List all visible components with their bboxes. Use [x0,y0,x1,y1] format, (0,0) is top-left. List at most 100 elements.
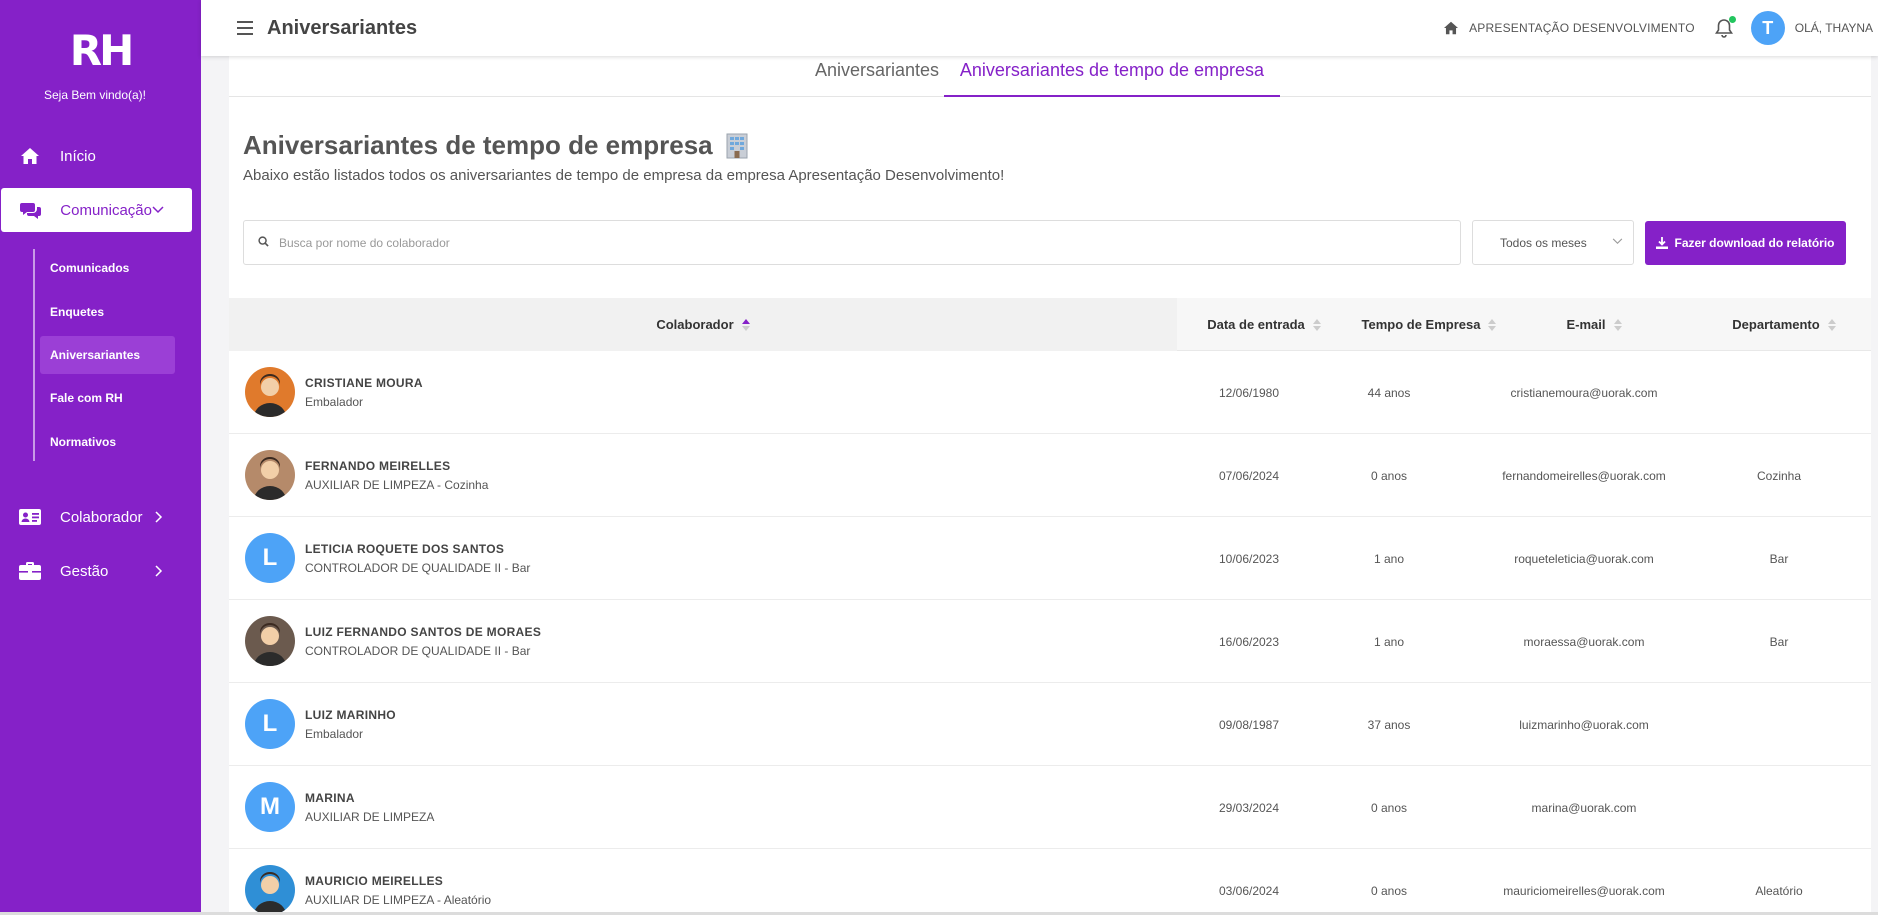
person-icon [254,872,286,915]
company-tenure: 44 anos [1367,386,1411,400]
sidebar-item-comunicados[interactable]: Comunicados [40,249,175,287]
person-icon [254,374,286,417]
search-input[interactable] [279,235,1429,250]
employee-department: Bar [1769,552,1789,566]
user-photo-avatar [245,450,295,500]
user-greeting[interactable]: OLÁ, THAYNA [1795,21,1873,35]
employee-email: roqueteleticia@uorak.com [1514,552,1654,566]
employee-department: Cozinha [1756,469,1802,483]
table-row[interactable]: FERNANDO MEIRELLES AUXILIAR DE LIMPEZA - … [229,434,1871,517]
employee-email: marina@uorak.com [1531,801,1637,815]
entry-date: 16/06/2023 [1218,635,1280,649]
table-row[interactable]: CRISTIANE MOURA Embalador 12/06/1980 44 ano… [229,351,1871,434]
column-label: Tempo de Empresa [1361,317,1481,332]
table-row[interactable]: L LUIZ MARINHO Embalador 09/08/1987 37 anos l… [229,683,1871,766]
content-title-text: Aniversariantes de tempo de empresa [243,130,713,160]
sidebar-item-normativos[interactable]: Normativos [40,423,175,461]
sort-icon [1827,318,1836,331]
employee-email: cristianemoura@uorak.com [1510,386,1658,400]
chevron-right-icon [155,565,163,577]
column-label: Departamento [1732,317,1820,332]
employee-role: Embalador [305,395,364,409]
company-switcher[interactable]: APRESENTAÇÃO DESENVOLVIMENTO [1443,21,1695,35]
page-title: Aniversariantes [267,16,418,39]
sort-icon [1613,318,1622,331]
nav-item-gestao[interactable]: Gestão [0,549,191,593]
table-row[interactable]: LUIZ FERNANDO SANTOS DE MORAES CONTROLADO… [229,600,1871,683]
employee-email: luizmarinho@uorak.com [1519,718,1649,732]
content-title: Aniversariantes de tempo de empresa [243,130,751,161]
entry-date: 12/06/1980 [1218,386,1280,400]
sidebar-item-aniversariantes[interactable]: Aniversariantes [40,336,175,374]
column-label: E-mail [1566,317,1606,332]
notification-dot [1728,16,1736,23]
company-tenure: 1 ano [1373,552,1405,566]
table-body: CRISTIANE MOURA Embalador 12/06/1980 44 ano… [229,351,1871,915]
hamburger-menu-icon[interactable] [237,21,253,35]
nav-item-colaborador[interactable]: Colaborador [0,495,191,539]
sort-asc-icon [741,318,750,331]
employee-email: mauriciomeirelles@uorak.com [1503,884,1665,898]
employee-name: LETICIA ROQUETE DOS SANTOS [305,542,505,556]
search-icon [258,234,269,252]
bell-icon[interactable] [1714,16,1736,38]
company-tenure: 0 anos [1370,801,1408,815]
sidebar-item-enquetes[interactable]: Enquetes [40,293,175,331]
table-row[interactable]: L LETICIA ROQUETE DOS SANTOS CONTROLADOR D… [229,517,1871,600]
employee-department: Aleatório [1755,884,1803,898]
employee-department: Bar [1769,635,1789,649]
nav-label: Colaborador [60,508,143,526]
employee-name: MAURICIO MEIRELLES [305,874,444,888]
nav-label: Comunicação [60,201,152,219]
nav-label: Início [60,147,96,165]
entry-date: 07/06/2024 [1218,469,1280,483]
month-filter-value: Todos os meses [1500,235,1587,250]
tab-bar: Aniversariantes Aniversariantes de tempo… [229,56,1871,97]
employee-name: MARINA [305,791,355,805]
entry-date: 10/06/2023 [1218,552,1280,566]
sort-icon [1312,318,1321,331]
welcome-text: Seja Bem vindo(a)! [43,88,147,102]
month-filter-select[interactable]: Todos os meses [1472,220,1634,265]
column-header-email[interactable]: E-mail [1539,298,1649,351]
download-report-button[interactable]: Fazer download do relatório [1645,221,1846,265]
column-header-departamento[interactable]: Departamento [1709,298,1859,351]
employee-name: CRISTIANE MOURA [305,376,423,390]
tab-tempo-de-empresa[interactable]: Aniversariantes de tempo de empresa [944,60,1280,97]
nav-item-inicio[interactable]: Início [0,134,191,178]
column-header-tempo-empresa[interactable]: Tempo de Empresa [1349,298,1509,351]
tab-aniversariantes[interactable]: Aniversariantes [792,60,962,97]
content-subtitle: Abaixo estão listados todos os aniversar… [243,167,1005,184]
office-building-icon [723,132,751,160]
user-letter-avatar: M [245,782,295,832]
download-label: Fazer download do relatório [1674,236,1835,250]
employee-role: AUXILIAR DE LIMPEZA - Cozinha [305,478,489,492]
entry-date: 09/08/1987 [1218,718,1280,732]
submenu-line [33,249,35,461]
column-header-colaborador[interactable]: Colaborador [229,298,1177,351]
employee-role: AUXILIAR DE LIMPEZA - Aleatório [305,893,492,907]
employee-name: LUIZ MARINHO [305,708,396,722]
company-tenure: 37 anos [1367,718,1411,732]
person-icon [254,457,286,500]
home-icon [18,147,42,165]
user-letter-avatar: L [245,533,295,583]
table-row[interactable]: MAURICIO MEIRELLES AUXILIAR DE LIMPEZA - … [229,849,1871,915]
nav-item-comunicacao[interactable]: Comunicação [1,188,192,232]
user-avatar[interactable]: T [1750,11,1785,45]
user-photo-avatar [245,367,295,417]
briefcase-icon [18,562,42,580]
sort-icon [1488,318,1497,331]
chat-icon [19,201,42,219]
main-content: Aniversariantes Aniversariantes de tempo… [229,56,1871,915]
employee-role: AUXILIAR DE LIMPEZA [305,810,435,824]
home-icon [1444,21,1459,35]
column-header-data-entrada[interactable]: Data de entrada [1189,298,1339,351]
employee-role: CONTROLADOR DE QUALIDADE II - Bar [305,561,531,575]
company-tenure: 1 ano [1373,635,1405,649]
employee-email: fernandomeirelles@uorak.com [1502,469,1666,483]
table-row[interactable]: M MARINA AUXILIAR DE LIMPEZA 29/03/2024 0 an… [229,766,1871,849]
company-tenure: 0 anos [1370,469,1408,483]
company-tenure: 0 anos [1370,884,1408,898]
sidebar-item-fale-com-rh[interactable]: Fale com RH [40,379,175,417]
